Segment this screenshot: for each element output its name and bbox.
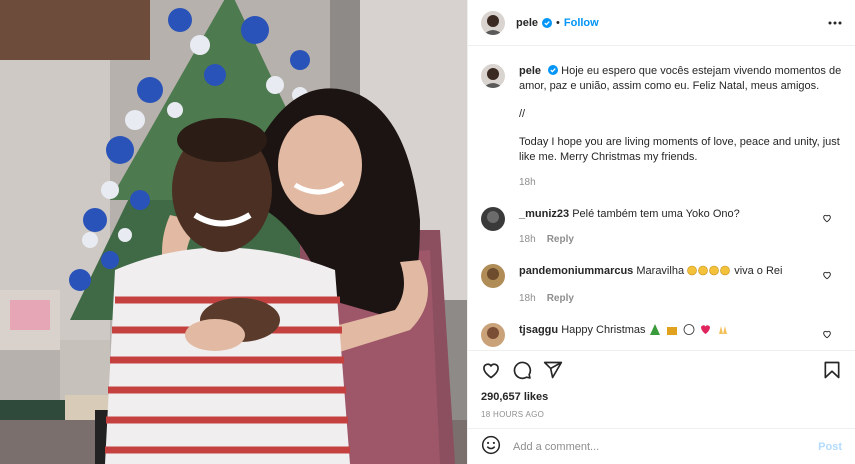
- clapping-hands-emoji-icon: [687, 265, 731, 281]
- add-comment-bar: Post: [468, 428, 855, 464]
- photo-illustration: [0, 0, 467, 464]
- comment-timestamp[interactable]: 18h: [519, 234, 536, 245]
- post-actions-bar: [468, 350, 855, 388]
- caption-timestamp[interactable]: 18h: [519, 175, 843, 190]
- comment-icon[interactable]: [512, 360, 532, 380]
- comment-text-after: viva o Rei: [734, 265, 783, 277]
- emoji-icon[interactable]: [481, 435, 501, 458]
- author-avatar[interactable]: [481, 10, 505, 35]
- commenter-username[interactable]: tjsaggu: [519, 324, 558, 336]
- comments-scroll-area[interactable]: pele Hoje eu espero que vocês estejam vi…: [468, 46, 855, 350]
- caption-text-en: Today I hope you are living moments of l…: [519, 136, 840, 163]
- like-comment-heart-icon[interactable]: [822, 270, 832, 280]
- header-separator: •: [556, 16, 560, 29]
- caption-text-pt: Hoje eu espero que vocês estejam vivendo…: [519, 65, 842, 92]
- likes-count[interactable]: 290,657 likes: [468, 388, 855, 403]
- comment-item: pandemoniummarcus Maravilha viva o Rei 1…: [481, 264, 843, 306]
- comment-timestamp[interactable]: 18h: [519, 293, 536, 304]
- like-comment-heart-icon[interactable]: [822, 213, 832, 223]
- commenter-avatar[interactable]: [481, 207, 505, 231]
- commenter-avatar[interactable]: [481, 323, 505, 347]
- heart-icon[interactable]: [481, 360, 501, 380]
- follow-button[interactable]: Follow: [564, 17, 599, 29]
- caption-avatar[interactable]: [481, 64, 505, 88]
- post-photo[interactable]: [0, 0, 467, 464]
- commenter-username[interactable]: _muniz23: [519, 208, 569, 220]
- christmas-emojis-icon: [649, 324, 735, 340]
- bookmark-icon[interactable]: [822, 360, 842, 380]
- reply-button[interactable]: Reply: [547, 234, 574, 245]
- caption-username[interactable]: pele: [519, 65, 541, 77]
- author-username[interactable]: pele: [516, 17, 538, 29]
- comment-item: _muniz23 Pelé também tem uma Yoko Ono? 1…: [481, 207, 843, 247]
- caption-separator: //: [519, 108, 526, 120]
- post-header: pele • Follow: [468, 0, 855, 46]
- post-details-panel: pele • Follow pele Hoje eu espero que vo…: [467, 0, 855, 464]
- share-icon[interactable]: [543, 360, 563, 380]
- post-comment-button[interactable]: Post: [818, 441, 842, 453]
- post-caption: pele Hoje eu espero que vocês estejam vi…: [481, 64, 843, 190]
- comment-text: Maravilha: [636, 265, 685, 277]
- comment-input[interactable]: [513, 440, 819, 453]
- post-time-ago[interactable]: 18 HOURS AGO: [468, 403, 855, 419]
- post-modal: pele • Follow pele Hoje eu espero que vo…: [0, 0, 855, 464]
- comment-text: Pelé também tem uma Yoko Ono?: [572, 208, 740, 220]
- comment-item: tjsaggu Happy Christmas: [481, 323, 843, 347]
- verified-badge-icon: [548, 65, 559, 75]
- reply-button[interactable]: Reply: [547, 293, 574, 304]
- commenter-username[interactable]: pandemoniummarcus: [519, 265, 633, 277]
- more-icon[interactable]: [827, 15, 843, 31]
- commenter-avatar[interactable]: [481, 264, 505, 288]
- verified-badge-icon: [542, 17, 553, 28]
- like-comment-heart-icon[interactable]: [822, 329, 832, 339]
- comment-text: Happy Christmas: [561, 324, 646, 336]
